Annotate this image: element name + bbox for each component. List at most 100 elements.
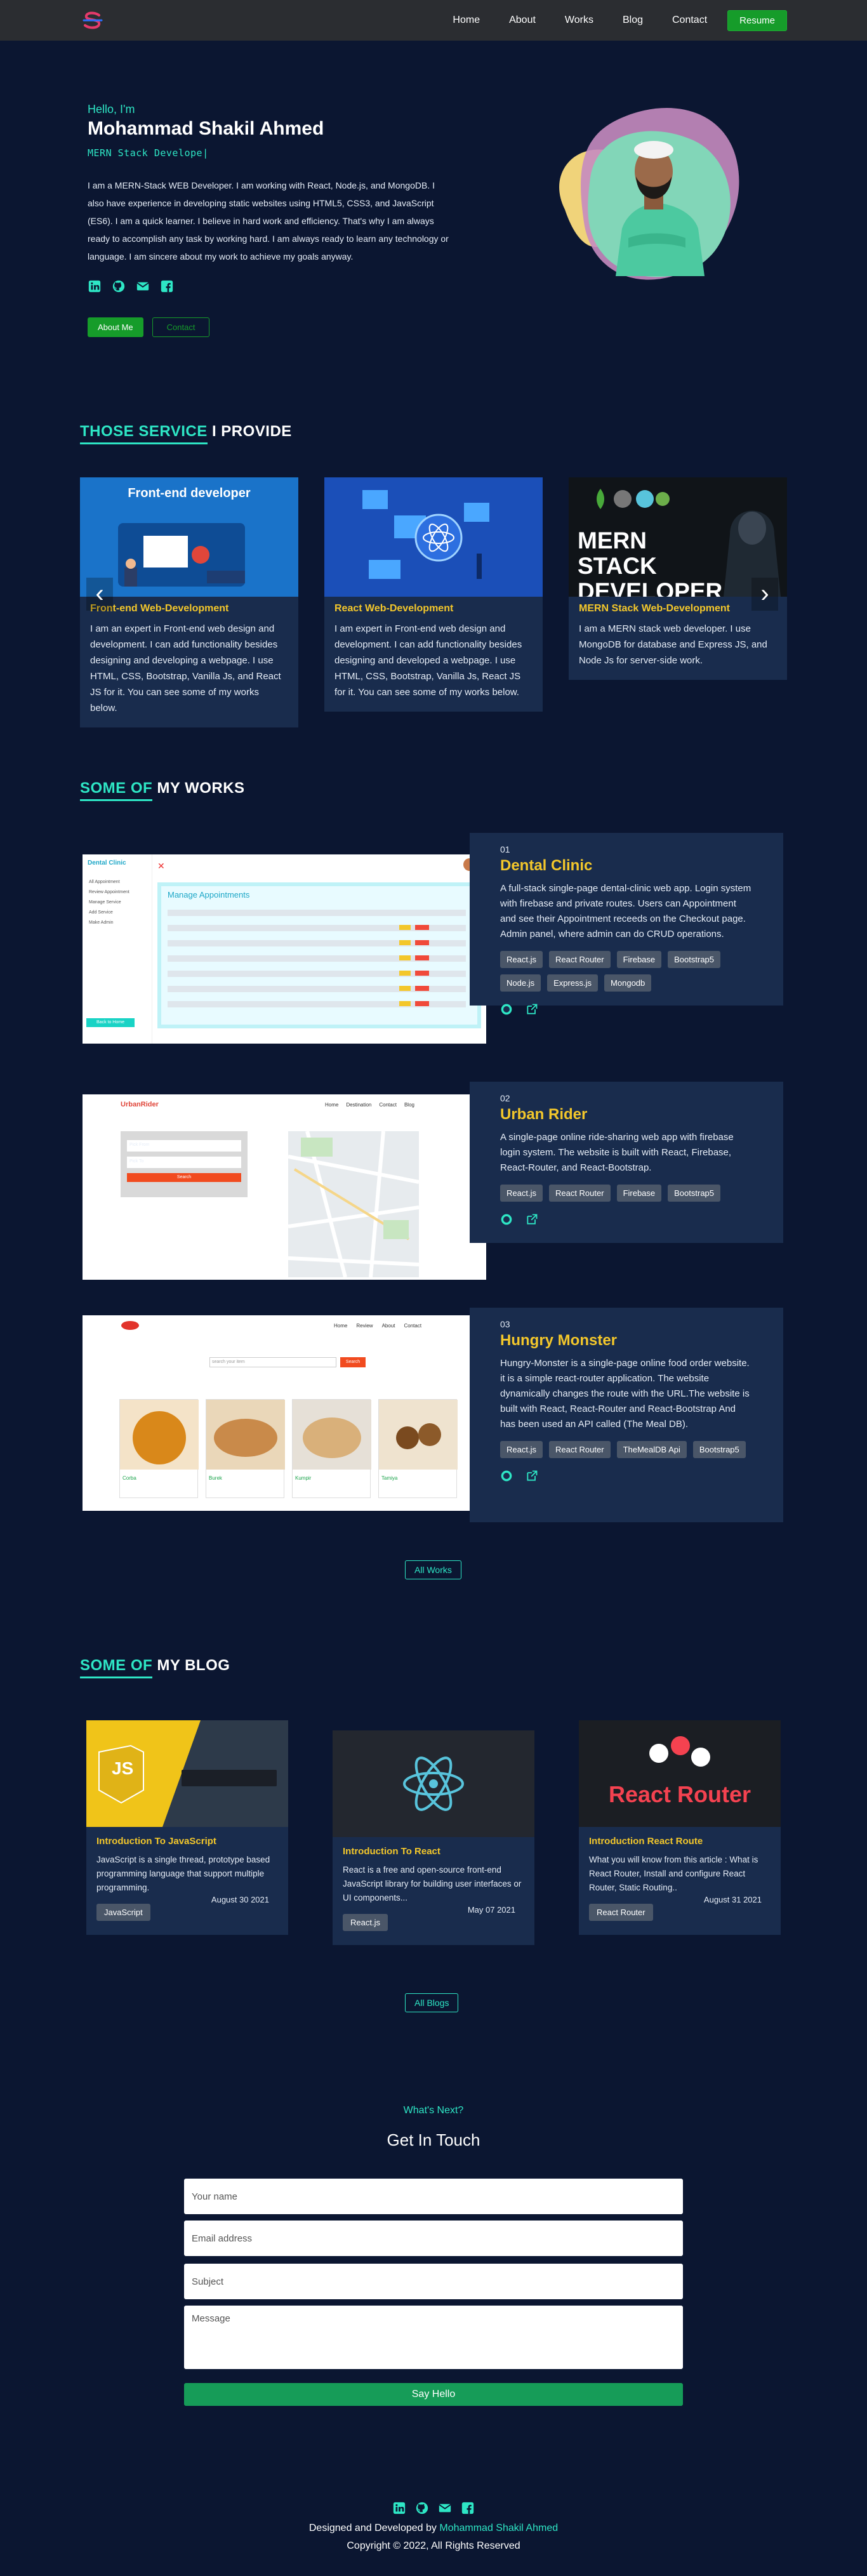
email-field[interactable] xyxy=(184,2221,683,2256)
tag: Bootstrap5 xyxy=(668,1185,721,1202)
work-title: Dental Clinic xyxy=(500,857,593,874)
facebook-icon[interactable] xyxy=(160,279,174,293)
work-number: 01 xyxy=(500,844,510,854)
blog-card[interactable]: React Router Introduction React Route Wh… xyxy=(579,1720,781,1935)
author-link[interactable]: Mohammad Shakil Ahmed xyxy=(439,2523,558,2533)
work-title: Hungry Monster xyxy=(500,1332,618,1349)
chevron-right-icon: › xyxy=(760,580,769,607)
blog-desc: JavaScript is a single thread, prototype… xyxy=(96,1855,270,1892)
email-icon[interactable] xyxy=(438,2501,452,2515)
blog-card[interactable]: JS Introduction To JavaScript JavaScript… xyxy=(86,1720,288,1935)
hero-portrait xyxy=(559,108,739,280)
contact-button[interactable]: Contact xyxy=(152,317,210,337)
footer-social-links xyxy=(0,2501,867,2515)
github-icon[interactable] xyxy=(500,1213,513,1226)
tag: Node.js xyxy=(500,974,541,992)
tag: React Router xyxy=(548,951,611,968)
linkedin-icon[interactable] xyxy=(392,2501,406,2515)
blog-image-react xyxy=(333,1730,534,1837)
work-tags: React.js React Router Firebase Bootstrap… xyxy=(500,951,753,992)
work-screenshot-urban-rider: UrbanRider Home Destination Contact Blog Pi… xyxy=(83,1094,486,1280)
service-image-react xyxy=(324,477,543,597)
all-blogs-button[interactable]: All Blogs xyxy=(405,1993,459,2012)
work-card: 02 Urban Rider A single-page online ride… xyxy=(470,1082,783,1243)
external-link-icon[interactable] xyxy=(526,1003,538,1016)
work-card: 03 Hungry Monster Hungry-Monster is a si… xyxy=(470,1308,783,1522)
whats-next-label: What's Next? xyxy=(403,2105,464,2116)
tag: React.js xyxy=(500,951,543,968)
blog-tag: React Router xyxy=(589,1904,653,1921)
blog-desc: What you will know from this article : W… xyxy=(589,1855,758,1892)
blog-date: August 30 2021 xyxy=(211,1895,269,1904)
hero-buttons: About Me Contact xyxy=(88,317,210,337)
top-navbar: Home About Works Blog Contact Resume xyxy=(0,0,867,41)
name-field[interactable] xyxy=(184,2179,683,2214)
work-title: Urban Rider xyxy=(500,1106,588,1123)
blog-title: Introduction To JavaScript xyxy=(96,1836,216,1847)
footer-credit: Designed and Developed by Mohammad Shaki… xyxy=(308,2523,559,2533)
blog-card[interactable]: Introduction To React React is a free an… xyxy=(333,1730,534,1945)
service-title: MERN Stack Web-Development xyxy=(579,603,730,614)
chevron-left-icon: ‹ xyxy=(95,580,104,607)
hero-role-typing: MERN Stack Develope| xyxy=(88,147,209,159)
nav-home[interactable]: Home xyxy=(453,15,480,26)
message-field[interactable] xyxy=(184,2306,683,2369)
tag: Mongodb xyxy=(604,974,652,992)
service-desc: I am expert in Front-end web design and … xyxy=(334,623,522,698)
blog-desc: React is a free and open-source front-en… xyxy=(343,1865,522,1902)
blog-section-title: SOME OF MY BLOG xyxy=(80,1657,230,1678)
carousel-next-button[interactable]: › xyxy=(751,578,778,611)
external-link-icon[interactable] xyxy=(526,1213,538,1226)
blog-tag: JavaScript xyxy=(96,1904,150,1921)
work-desc: A full-stack single-page dental-clinic w… xyxy=(500,883,751,939)
blog-date: August 31 2021 xyxy=(703,1895,762,1904)
close-icon: ✕ xyxy=(157,861,165,871)
all-works-button[interactable]: All Works xyxy=(405,1560,461,1579)
hero-social-links xyxy=(88,279,174,293)
blog-title: Introduction To React xyxy=(343,1846,440,1857)
tag: TheMealDB Api xyxy=(616,1441,687,1458)
nav-about[interactable]: About xyxy=(509,15,536,26)
work-card: 01 Dental Clinic A full-stack single-pag… xyxy=(470,833,783,1015)
github-icon[interactable] xyxy=(500,1470,513,1482)
tag: React Router xyxy=(548,1185,611,1202)
service-desc: I am a MERN stack web developer. I use M… xyxy=(579,623,767,666)
work-number: 02 xyxy=(500,1093,510,1103)
linkedin-icon[interactable] xyxy=(88,279,102,293)
service-title: Front-end Web-Development xyxy=(90,603,229,614)
github-icon[interactable] xyxy=(112,279,126,293)
facebook-icon[interactable] xyxy=(461,2501,475,2515)
github-icon[interactable] xyxy=(415,2501,429,2515)
carousel-prev-button[interactable]: ‹ xyxy=(86,578,113,611)
tag: React Router xyxy=(548,1441,611,1458)
work-screenshot-dental: Dental Clinic All Appointment Review Appo… xyxy=(83,854,486,1044)
tag: Firebase xyxy=(616,1185,662,1202)
site-logo-icon[interactable] xyxy=(80,10,105,30)
blog-date: May 07 2021 xyxy=(467,1905,515,1915)
nav-contact[interactable]: Contact xyxy=(672,15,707,26)
github-icon[interactable] xyxy=(500,1003,513,1016)
hero-greeting: Hello, I'm xyxy=(88,103,135,116)
about-me-button[interactable]: About Me xyxy=(88,317,143,337)
service-desc: I am an expert in Front-end web design a… xyxy=(90,623,281,714)
service-card: React Web-Development I am expert in Fro… xyxy=(324,477,543,712)
work-number: 03 xyxy=(500,1319,510,1329)
contact-title: Get In Touch xyxy=(387,2130,480,2149)
external-link-icon[interactable] xyxy=(526,1470,538,1482)
blog-tag: React.js xyxy=(343,1914,388,1931)
resume-button[interactable]: Resume xyxy=(727,10,787,31)
work-screenshot-hungry-monster: Home Review About Contact search your item … xyxy=(83,1315,486,1511)
tag: Bootstrap5 xyxy=(668,951,721,968)
email-icon[interactable] xyxy=(136,279,150,293)
subject-field[interactable] xyxy=(184,2264,683,2299)
nav-links: Home About Works Blog Contact Resume xyxy=(423,0,787,41)
tag: Express.js xyxy=(547,974,599,992)
blog-image-js: JS xyxy=(86,1720,288,1827)
work-tags: React.js React Router TheMealDB Api Boot… xyxy=(500,1441,753,1458)
nav-works[interactable]: Works xyxy=(565,15,593,26)
work-desc: A single-page online ride-sharing web ap… xyxy=(500,1132,734,1173)
tag: Bootstrap5 xyxy=(692,1441,746,1458)
nav-blog[interactable]: Blog xyxy=(623,15,643,26)
say-hello-button[interactable]: Say Hello xyxy=(184,2383,683,2406)
work-desc: Hungry-Monster is a single-page online f… xyxy=(500,1358,750,1430)
